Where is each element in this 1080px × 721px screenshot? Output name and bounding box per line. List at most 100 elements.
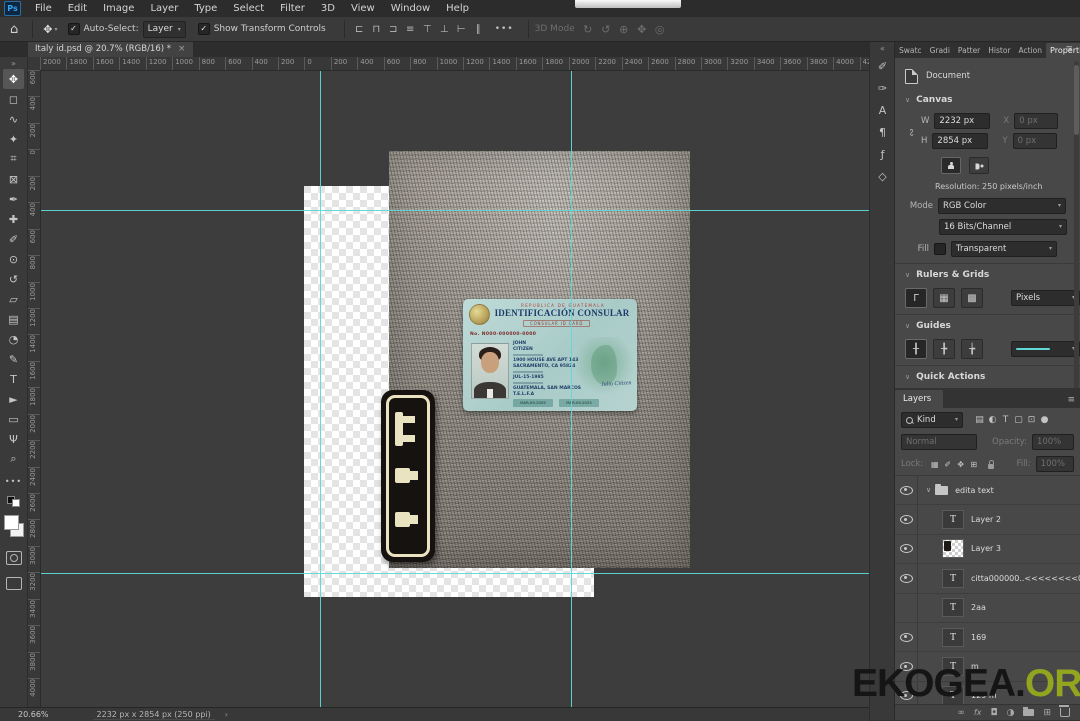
- horizontal-guide[interactable]: [40, 573, 869, 574]
- panel-tab[interactable]: Swatc: [895, 43, 926, 58]
- menu-item[interactable]: Window: [383, 1, 438, 17]
- layer-effects-icon[interactable]: fx: [974, 708, 982, 718]
- grid-toggle-icon[interactable]: ▦: [933, 288, 955, 308]
- lasso-tool[interactable]: ∿: [3, 109, 24, 129]
- landscape-orientation-button[interactable]: [969, 157, 989, 174]
- panel-tab[interactable]: Patter: [954, 43, 984, 58]
- move-tool[interactable]: ✥: [3, 69, 24, 89]
- zoom-level-field[interactable]: 20.66%: [18, 710, 49, 719]
- menu-item[interactable]: Type: [186, 1, 225, 17]
- vertical-ruler[interactable]: 600 400 200 0 200 400 600 800 1000 1200 1400 1600 18…: [27, 70, 41, 707]
- canvas-height-field[interactable]: 2854 px: [932, 133, 989, 149]
- eyedropper-tool[interactable]: ✒: [3, 189, 24, 209]
- healing-brush-tool[interactable]: ✚: [3, 209, 24, 229]
- gradient-tool[interactable]: ▤: [3, 309, 24, 329]
- character-panel-icon[interactable]: A: [873, 101, 892, 120]
- paragraph-panel-icon[interactable]: ¶: [873, 123, 892, 142]
- document-tab[interactable]: Italy id.psd @ 20.7% (RGB/16) * ×: [28, 41, 193, 57]
- foreground-color-swatch[interactable]: [3, 515, 19, 530]
- quick-actions-section-header[interactable]: ∨ Quick Actions: [895, 372, 1080, 386]
- quick-mask-icon[interactable]: [5, 551, 22, 565]
- visibility-toggle[interactable]: [895, 476, 918, 505]
- marquee-tool[interactable]: ◻: [3, 89, 24, 109]
- align-top-edges-icon[interactable]: ≡: [402, 24, 419, 35]
- distribute-bottom-icon[interactable]: ⊢: [453, 24, 470, 35]
- lock-artboard-icon[interactable]: ⊞: [967, 460, 980, 469]
- expand-panels-icon[interactable]: «: [870, 44, 895, 53]
- hand-tool[interactable]: Ψ: [3, 429, 24, 449]
- ruler-units-dropdown[interactable]: Pixels ▾: [1011, 290, 1080, 306]
- lock-image-icon[interactable]: ✐: [941, 460, 954, 469]
- new-layer-icon[interactable]: ⊞: [1043, 708, 1051, 718]
- fill-amount-field[interactable]: 100%: [1035, 456, 1074, 472]
- brush-settings-icon[interactable]: ✐: [873, 57, 892, 76]
- pen-tool[interactable]: ✎: [3, 349, 24, 369]
- bit-depth-dropdown[interactable]: 16 Bits/Channel ▾: [939, 219, 1067, 235]
- status-options-icon[interactable]: ›: [225, 710, 228, 719]
- foreground-background-swatches[interactable]: [3, 515, 24, 537]
- portrait-orientation-button[interactable]: [941, 157, 961, 174]
- menu-item[interactable]: Layer: [142, 1, 186, 17]
- color-mode-dropdown[interactable]: RGB Color ▾: [938, 198, 1066, 214]
- opacity-field[interactable]: 100%: [1031, 434, 1074, 450]
- align-left-edges-icon[interactable]: ⊏: [351, 24, 368, 35]
- layer-mask-icon[interactable]: ◘: [990, 708, 997, 718]
- align-horizontal-centers-icon[interactable]: ⊓: [368, 24, 385, 35]
- horizontal-ruler[interactable]: 2000 1800 1600 1400 1200 1000 800 600 400 200 0 200…: [40, 57, 869, 71]
- link-layers-icon[interactable]: ∞: [957, 708, 965, 718]
- fill-checkbox[interactable]: [934, 243, 946, 255]
- distribute-horizontal-icon[interactable]: ∥: [470, 24, 487, 35]
- menu-item[interactable]: 3D: [313, 1, 343, 17]
- adjustment-layer-icon[interactable]: ◑: [1007, 708, 1015, 718]
- toolbar-collapse-icon[interactable]: »: [0, 59, 27, 68]
- filter-type-layers-icon[interactable]: T: [999, 415, 1012, 425]
- visibility-toggle[interactable]: [895, 564, 918, 593]
- panel-tab[interactable]: Action: [1015, 43, 1047, 58]
- default-colors-icon[interactable]: [7, 496, 20, 507]
- frame-tool[interactable]: ⊠: [3, 169, 24, 189]
- menu-item[interactable]: Select: [225, 1, 272, 17]
- text-layer-thumbnail[interactable]: T: [942, 568, 964, 588]
- layers-tab[interactable]: Layers: [895, 390, 944, 408]
- path-selection-tool[interactable]: ►: [3, 389, 24, 409]
- canvas-x-field[interactable]: 0 px: [1014, 113, 1059, 129]
- guide-color-dropdown[interactable]: ▾: [1011, 341, 1080, 357]
- text-layer-thumbnail[interactable]: T: [942, 510, 964, 530]
- text-layer-thumbnail[interactable]: T: [942, 598, 964, 618]
- layer-name[interactable]: 2aa: [971, 603, 986, 612]
- menu-item[interactable]: File: [27, 1, 60, 17]
- layer-name[interactable]: Layer 2: [971, 515, 1001, 524]
- tool-preset-caret-icon[interactable]: ▾: [54, 26, 57, 33]
- menu-item[interactable]: Edit: [60, 1, 95, 17]
- menu-item[interactable]: Image: [95, 1, 142, 17]
- filter-adjustment-layers-icon[interactable]: ◐: [986, 415, 999, 425]
- layer-row[interactable]: ∨ T citta000000..<<<<<<<<0 d: [895, 564, 1080, 594]
- more-options-icon[interactable]: •••: [495, 24, 514, 34]
- show-transform-checkbox[interactable]: ✓: [197, 23, 210, 35]
- visibility-toggle[interactable]: [895, 622, 918, 652]
- distribute-vertical-centers-icon[interactable]: ⊥: [436, 24, 453, 35]
- eraser-tool[interactable]: ▱: [3, 289, 24, 309]
- chevron-down-icon[interactable]: ∨: [926, 486, 931, 494]
- blur-tool[interactable]: ◔: [3, 329, 24, 349]
- history-brush-tool[interactable]: ↺: [3, 269, 24, 289]
- canvas-viewport[interactable]: REPUBLICA DE GUATEMALA IDENTIFICACIÓN CO…: [40, 70, 869, 707]
- shape-tool[interactable]: ▭: [3, 409, 24, 429]
- link-dimensions-icon[interactable]: ∾: [906, 128, 917, 136]
- crop-tool[interactable]: ⌗: [3, 149, 24, 169]
- blend-mode-dropdown[interactable]: Normal: [901, 434, 977, 450]
- layer-row[interactable]: ∨ T edita text: [895, 476, 1080, 506]
- horizontal-guide[interactable]: [40, 210, 869, 211]
- canvas-width-field[interactable]: 2232 px: [934, 113, 991, 129]
- layer-name[interactable]: Layer 3: [971, 544, 1001, 553]
- lock-guides-icon[interactable]: ╊: [933, 339, 955, 359]
- type-tool[interactable]: T: [3, 369, 24, 389]
- image-layer-thumbnail[interactable]: [942, 539, 964, 559]
- visibility-toggle[interactable]: [895, 593, 918, 622]
- zoom-tool[interactable]: ⌕: [3, 449, 24, 469]
- quick-selection-tool[interactable]: ✦: [3, 129, 24, 149]
- canvas-section-header[interactable]: ∨ Canvas: [895, 88, 1080, 109]
- layers-menu-icon[interactable]: ≡: [1062, 395, 1080, 408]
- auto-select-checkbox[interactable]: ✓: [67, 23, 80, 35]
- layer-name[interactable]: 169: [971, 633, 986, 642]
